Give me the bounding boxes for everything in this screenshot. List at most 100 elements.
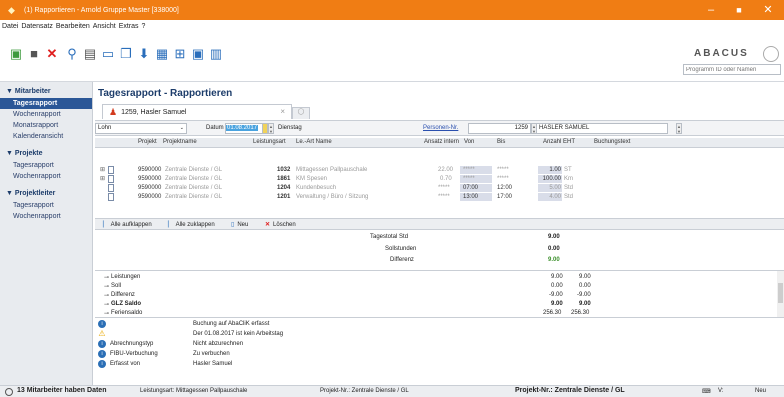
sidebar-item-mitarbeiter-kalenderansicht[interactable]: Kalenderansicht xyxy=(0,131,92,142)
info-icon: i xyxy=(98,350,106,358)
print-icon[interactable]: ▤ xyxy=(82,46,98,62)
sidebar-group-mitarbeiter[interactable]: ▼ Mitarbeiter xyxy=(0,86,92,98)
cell-projekt: 9590000 xyxy=(138,176,162,182)
cell-von: ***** xyxy=(460,166,492,174)
sidebar-item-projekte-wochenrapport[interactable]: Wochenrapport xyxy=(0,171,92,182)
cell-bis: 17:00 xyxy=(497,194,513,200)
menu-ansicht[interactable]: Ansicht xyxy=(93,23,116,30)
cell-projektname: Zentrale Dienste / GL xyxy=(165,167,223,173)
date-label: Datum xyxy=(206,125,224,131)
cell-bis: ***** xyxy=(497,167,509,173)
report-icon[interactable]: ▦ xyxy=(154,46,170,62)
cell-ansatz: ***** xyxy=(438,194,450,200)
main-content: Tagesrapport - Rapportieren ♟ 1259, Hasl… xyxy=(95,82,784,385)
table-row[interactable]: 9590000 Zentrale Dienste / GL 1204 Kunde… xyxy=(95,184,784,192)
save-icon[interactable]: ■ xyxy=(26,46,42,62)
table-row[interactable]: 9590000 Zentrale Dienste / GL 1201 Verwa… xyxy=(95,193,784,201)
new-tab-button[interactable]: ◯ xyxy=(292,107,310,119)
menu-datei[interactable]: Datei xyxy=(2,23,18,30)
collapse-all-icon: ▏ xyxy=(168,222,173,228)
delete-button[interactable]: ✕ Löschen xyxy=(265,221,296,228)
cell-anzahl: 5.00 xyxy=(538,184,562,192)
col-leistungsart[interactable]: Leistungsart xyxy=(253,139,286,145)
document-tab[interactable]: ♟ 1259, Hasler Samuel × xyxy=(102,104,292,119)
sidebar-item-mitarbeiter-monatsrapport[interactable]: Monatsrapport xyxy=(0,120,92,131)
col-anzahl[interactable]: Anzahl xyxy=(543,139,561,145)
grid-header: Projekt Projektname Leistungsart Le.-Art… xyxy=(95,138,784,148)
sidebar-item-projektleiter-tagesrapport[interactable]: Tagesrapport xyxy=(0,200,92,211)
sidebar-item-mitarbeiter-wochenrapport[interactable]: Wochenrapport xyxy=(0,109,92,120)
person-name-field[interactable]: HASLER SAMUEL xyxy=(536,123,668,134)
expand-icon[interactable]: ⊞ xyxy=(100,175,105,182)
col-von[interactable]: Von xyxy=(464,139,474,145)
maximize-button[interactable]: ■ xyxy=(725,0,753,20)
col-la-name[interactable]: Le.-Art Name xyxy=(296,139,332,145)
search-icon[interactable]: ⚲ xyxy=(64,46,80,62)
col-eht[interactable]: EHT xyxy=(563,139,575,145)
info-icon: i xyxy=(98,340,106,348)
person-name-spinner[interactable]: ▲ ▼ xyxy=(676,123,682,134)
tree-item[interactable]: ⊸ Leistungen 9.00 9.00 xyxy=(95,273,777,282)
col-projekt[interactable]: Projekt xyxy=(138,139,157,145)
cell-projektname: Zentrale Dienste / GL xyxy=(165,185,223,191)
menu-bearbeiten[interactable]: Bearbeiten xyxy=(56,23,90,30)
cell-projektname: Zentrale Dienste / GL xyxy=(165,194,223,200)
cell-la: 1032 xyxy=(277,167,291,173)
toolbar: ▣ ■ ✕ ⚲ ▤ ▭ ❐ ⬇ ▦ ⊞ ▣ ▥ ABACUS xyxy=(0,32,784,82)
col-buchungstext[interactable]: Buchungstext xyxy=(594,139,630,145)
tree-item[interactable]: ⊸ Differenz -9.00 -9.00 xyxy=(95,291,777,300)
date-field[interactable]: 01.08.2017 xyxy=(225,123,263,134)
brand-logo: ABACUS xyxy=(694,48,749,59)
info-row: i FIBU-Verbuchung Zu verbuchen xyxy=(95,350,784,359)
tree-item[interactable]: ⊸ GLZ Saldo 9.00 9.00 xyxy=(95,300,777,309)
date-spinner[interactable]: ▲ ▼ xyxy=(268,123,274,134)
person-nr-link[interactable]: Personen-Nr. xyxy=(423,125,458,131)
table-row[interactable]: ⊞ 9590000 Zentrale Dienste / GL 1032 Mit… xyxy=(95,166,784,174)
cell-la-name: Verwaltung / Büro / Sitzung xyxy=(296,194,369,200)
info-row: i Abrechnungstyp Nicht abzurechnen xyxy=(95,340,784,349)
sidebar-item-projektleiter-wochenrapport[interactable]: Wochenrapport xyxy=(0,211,92,222)
delete-icon[interactable]: ✕ xyxy=(44,46,60,62)
col-projektname[interactable]: Projektname xyxy=(163,139,197,145)
menu-help[interactable]: ? xyxy=(142,23,146,30)
sidebar-group-projektleiter[interactable]: ▼ Projektleiter xyxy=(0,188,92,200)
download-icon[interactable]: ⬇ xyxy=(136,46,152,62)
new-button[interactable]: ▯ Neu xyxy=(231,221,248,228)
menu-datensatz[interactable]: Datensatz xyxy=(21,23,53,30)
tab-close-icon[interactable]: × xyxy=(280,107,285,116)
col-bis[interactable]: Bis xyxy=(497,139,505,145)
new-record-icon[interactable]: ▣ xyxy=(8,46,24,62)
sidebar-item-mitarbeiter-tagesrapport[interactable]: Tagesrapport xyxy=(0,98,92,109)
copy-icon[interactable]: ❐ xyxy=(118,46,134,62)
tree-item[interactable]: ⊸ Soll 0.00 0.00 xyxy=(95,282,777,291)
monitor-icon[interactable]: ▥ xyxy=(208,46,224,62)
scrollbar-thumb[interactable] xyxy=(778,283,783,303)
sidebar-item-projekte-tagesrapport[interactable]: Tagesrapport xyxy=(0,160,92,171)
menu-extras[interactable]: Extras xyxy=(119,23,139,30)
type-select[interactable]: Lohn ⌄ xyxy=(95,123,187,134)
status-info-icon xyxy=(5,388,13,396)
person-nr-field[interactable]: 1259 xyxy=(468,123,531,134)
status-keyboard-icon: ⌨ xyxy=(702,389,711,395)
col-ansatz[interactable]: Ansatz intern xyxy=(424,139,459,145)
window-icon[interactable]: ▭ xyxy=(100,46,116,62)
expand-icon[interactable]: ⊞ xyxy=(100,166,105,173)
cell-von: 13:00 xyxy=(460,193,492,201)
cell-anzahl: 1.00 xyxy=(538,166,562,174)
cell-la-name: Mittagessen Pallpauschale xyxy=(296,167,368,173)
cell-ansatz: 22.00 xyxy=(438,167,454,173)
preview-icon[interactable]: ⊞ xyxy=(172,46,188,62)
layout-icon[interactable]: ▣ xyxy=(190,46,206,62)
sidebar-group-projekte[interactable]: ▼ Projekte xyxy=(0,148,92,160)
tree-scrollbar[interactable] xyxy=(777,271,784,318)
minimize-button[interactable]: – xyxy=(697,0,725,20)
app-icon: ◆ xyxy=(8,5,15,15)
collapse-all-button[interactable]: ▏ Alle zuklappen xyxy=(168,221,215,228)
program-search-input[interactable] xyxy=(683,64,781,75)
info-icon: i xyxy=(98,360,106,368)
cell-la: 1201 xyxy=(277,194,291,200)
close-button[interactable]: ✕ xyxy=(754,0,782,20)
cell-anzahl: 100.00 xyxy=(538,175,562,183)
table-row[interactable]: ⊞ 9590000 Zentrale Dienste / GL 1861 KM … xyxy=(95,175,784,183)
expand-all-button[interactable]: ▏ Alle aufklappen xyxy=(103,221,152,228)
